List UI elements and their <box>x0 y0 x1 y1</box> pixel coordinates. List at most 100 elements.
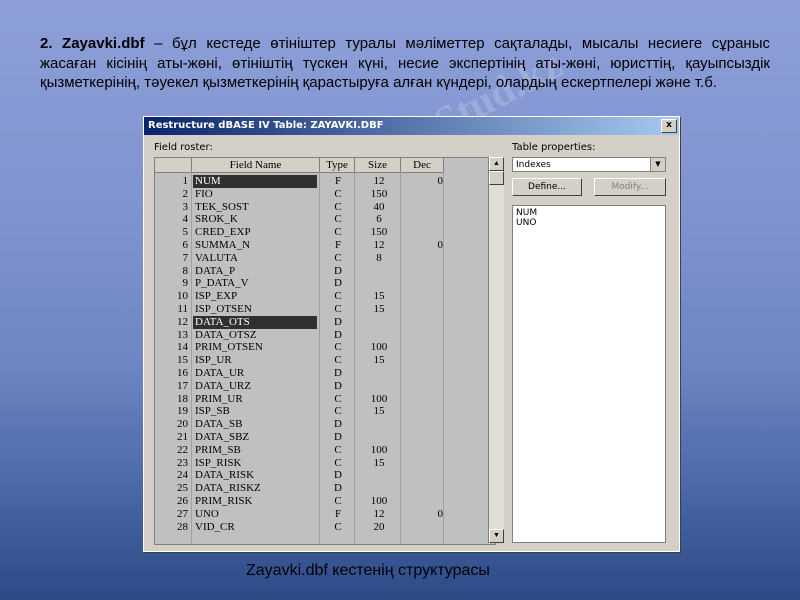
field-type-cell[interactable]: D <box>323 265 353 278</box>
field-name-cell[interactable]: DATA_UR <box>193 367 317 380</box>
field-type-cell[interactable]: D <box>323 431 353 444</box>
field-type-cell[interactable]: F <box>323 508 353 521</box>
field-name-cell[interactable]: DATA_OTSZ <box>193 329 317 342</box>
field-name-cell[interactable]: ISP_EXP <box>193 290 317 303</box>
table-row[interactable]: 3 TEK_SOST C 40 <box>155 201 495 214</box>
field-type-cell[interactable]: C <box>323 457 353 470</box>
field-type-cell[interactable]: C <box>323 405 353 418</box>
field-name-cell[interactable]: TEK_SOST <box>193 201 317 214</box>
grid-scrollbar[interactable]: ▲ ▼ <box>488 157 504 543</box>
table-properties-select[interactable]: Indexes ▼ <box>512 157 666 172</box>
table-row[interactable]: 8 DATA_P D <box>155 265 495 278</box>
modify-button[interactable]: Modify... <box>594 178 666 196</box>
table-row[interactable]: 5 CRED_EXP C 150 <box>155 226 495 239</box>
table-row[interactable]: 6 SUMMA_N F 12 0 <box>155 239 495 252</box>
field-name-cell[interactable]: DATA_P <box>193 265 317 278</box>
field-size-cell[interactable]: 15 <box>357 290 401 303</box>
field-type-cell[interactable]: D <box>323 316 353 329</box>
field-size-cell[interactable]: 150 <box>357 226 401 239</box>
field-size-cell[interactable]: 40 <box>357 201 401 214</box>
field-name-cell[interactable]: UNO <box>193 508 317 521</box>
field-name-cell[interactable]: PRIM_UR <box>193 393 317 406</box>
table-row[interactable]: 24 DATA_RISK D <box>155 469 495 482</box>
field-type-cell[interactable]: C <box>323 393 353 406</box>
field-type-cell[interactable]: D <box>323 469 353 482</box>
field-type-cell[interactable]: D <box>323 380 353 393</box>
field-type-cell[interactable]: C <box>323 188 353 201</box>
field-type-cell[interactable]: C <box>323 303 353 316</box>
field-size-cell[interactable]: 150 <box>357 188 401 201</box>
dialog-titlebar[interactable]: Restructure dBASE IV Table: ZAYAVKI.DBF … <box>144 117 679 135</box>
field-size-cell[interactable]: 100 <box>357 444 401 457</box>
field-type-cell[interactable]: D <box>323 482 353 495</box>
field-type-cell[interactable]: C <box>323 341 353 354</box>
field-name-cell[interactable]: ISP_UR <box>193 354 317 367</box>
field-name-cell[interactable]: DATA_SB <box>193 418 317 431</box>
table-row[interactable]: 16 DATA_UR D <box>155 367 495 380</box>
field-size-cell[interactable]: 100 <box>357 495 401 508</box>
table-row[interactable]: 23 ISP_RISK C 15 <box>155 457 495 470</box>
field-type-cell[interactable]: D <box>323 367 353 380</box>
table-row[interactable]: 14 PRIM_OTSEN C 100 <box>155 341 495 354</box>
field-type-cell[interactable]: C <box>323 521 353 534</box>
table-row[interactable]: 10 ISP_EXP C 15 <box>155 290 495 303</box>
index-list[interactable]: NUM UNO <box>512 205 666 543</box>
field-name-cell[interactable]: DATA_URZ <box>193 380 317 393</box>
list-item[interactable]: UNO <box>516 218 662 228</box>
field-type-cell[interactable]: C <box>323 213 353 226</box>
table-row[interactable]: 12 DATA_OTS D <box>155 315 495 329</box>
close-icon[interactable]: x <box>661 119 677 133</box>
table-row[interactable]: 28 VID_CR C 20 <box>155 521 495 534</box>
field-size-cell[interactable]: 6 <box>357 213 401 226</box>
field-name-cell[interactable]: DATA_SBZ <box>193 431 317 444</box>
table-row[interactable]: 7 VALUTA C 8 <box>155 252 495 265</box>
table-row[interactable]: 4 SROK_K C 6 <box>155 213 495 226</box>
field-size-cell[interactable]: 8 <box>357 252 401 265</box>
field-size-cell[interactable]: 12 <box>357 175 401 188</box>
field-type-cell[interactable]: C <box>323 444 353 457</box>
field-name-cell[interactable]: P_DATA_V <box>193 277 317 290</box>
field-name-cell[interactable]: VALUTA <box>193 252 317 265</box>
field-name-cell[interactable]: VID_CR <box>193 521 317 534</box>
table-row[interactable]: 17 DATA_URZ D <box>155 380 495 393</box>
field-type-cell[interactable]: F <box>323 239 353 252</box>
field-name-cell[interactable]: PRIM_SB <box>193 444 317 457</box>
list-item[interactable]: NUM <box>516 208 662 218</box>
field-name-cell[interactable]: ISP_OTSEN <box>193 303 317 316</box>
field-name-cell[interactable]: CRED_EXP <box>193 226 317 239</box>
field-size-cell[interactable]: 15 <box>357 457 401 470</box>
field-size-cell[interactable]: 100 <box>357 393 401 406</box>
field-name-cell[interactable]: PRIM_RISK <box>193 495 317 508</box>
field-name-cell[interactable]: FIO <box>193 188 317 201</box>
field-name-cell[interactable]: DATA_RISKZ <box>193 482 317 495</box>
chevron-down-icon[interactable]: ▼ <box>650 158 665 171</box>
field-type-cell[interactable]: F <box>323 175 353 188</box>
table-row[interactable]: 18 PRIM_UR C 100 <box>155 393 495 406</box>
field-name-cell[interactable]: PRIM_OTSEN <box>193 341 317 354</box>
field-type-cell[interactable]: C <box>323 226 353 239</box>
table-row[interactable]: 9 P_DATA_V D <box>155 277 495 290</box>
grid-header-size[interactable]: Size <box>355 158 401 173</box>
field-name-cell[interactable]: SUMMA_N <box>193 239 317 252</box>
field-size-cell[interactable]: 12 <box>357 508 401 521</box>
field-size-cell[interactable]: 20 <box>357 521 401 534</box>
field-name-cell[interactable]: ISP_RISK <box>193 457 317 470</box>
field-type-cell[interactable]: D <box>323 329 353 342</box>
table-row[interactable]: 1 NUM F 12 0 <box>155 175 495 188</box>
table-row[interactable]: 20 DATA_SB D <box>155 418 495 431</box>
grid-header-dec[interactable]: Dec <box>401 158 444 173</box>
field-type-cell[interactable]: D <box>323 418 353 431</box>
field-size-cell[interactable]: 15 <box>357 354 401 367</box>
table-row[interactable]: 15 ISP_UR C 15 <box>155 354 495 367</box>
field-size-cell[interactable]: 15 <box>357 405 401 418</box>
table-row[interactable]: 26 PRIM_RISK C 100 <box>155 495 495 508</box>
field-name-cell[interactable]: ISP_SB <box>193 405 317 418</box>
field-name-cell[interactable]: DATA_OTS <box>193 315 317 329</box>
field-size-cell[interactable]: 12 <box>357 239 401 252</box>
field-dec-cell[interactable]: 0 <box>405 175 444 188</box>
field-name-cell[interactable]: NUM <box>193 175 317 188</box>
field-name-cell[interactable]: DATA_RISK <box>193 469 317 482</box>
scroll-up-icon[interactable]: ▲ <box>489 157 504 171</box>
scroll-thumb[interactable] <box>489 171 504 185</box>
field-roster-grid[interactable]: Field Name Type Size Dec 1 NUM F 12 0 2 FIO C 15… <box>154 157 496 545</box>
